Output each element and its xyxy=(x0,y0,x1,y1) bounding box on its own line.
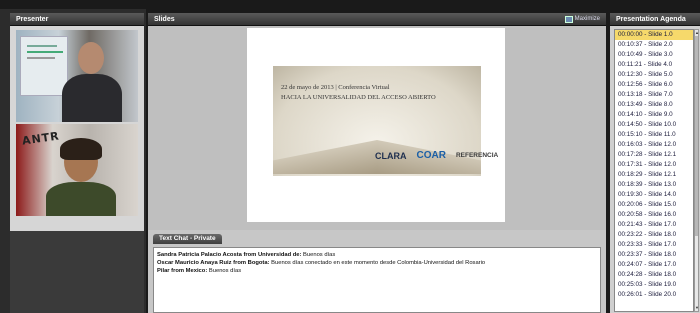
agenda-item[interactable]: 00:19:30 - Slide 14.0 xyxy=(615,190,693,200)
maximize-button[interactable]: Maximize xyxy=(564,15,600,24)
agenda-item[interactable]: 00:23:37 - Slide 18.0 xyxy=(615,250,693,260)
chat-message: Oscar Mauricio Anaya Ruiz from Bogota: B… xyxy=(157,259,597,267)
agenda-item[interactable]: 00:17:31 - Slide 12.0 xyxy=(615,160,693,170)
chat-tab-private[interactable]: Text Chat - Private xyxy=(153,234,222,244)
slide-canvas: 22 de mayo de 2013 | Conferencia Virtual… xyxy=(247,28,505,222)
chat-text: Buenos días conectado en este momento de… xyxy=(269,260,486,266)
chat-message: Pilar from Mexico: Buenos días xyxy=(157,267,597,275)
agenda-header: Presentation Agenda xyxy=(610,13,700,26)
presenter-2-body xyxy=(46,182,116,216)
presenter-video-area: ANTR xyxy=(10,26,144,231)
presenter-2-hair xyxy=(60,138,102,160)
agenda-item[interactable]: 00:21:43 - Slide 17.0 xyxy=(615,220,693,230)
chat-text: Buenos días xyxy=(207,268,242,274)
agenda-item[interactable]: 00:15:10 - Slide 11.0 xyxy=(615,130,693,140)
agenda-item[interactable]: 00:10:49 - Slide 3.0 xyxy=(615,50,693,60)
background-poster xyxy=(20,36,68,96)
agenda-item[interactable]: 00:12:56 - Slide 6.0 xyxy=(615,80,693,90)
agenda-item[interactable]: 00:13:49 - Slide 8.0 xyxy=(615,100,693,110)
referencia-logo: REFERENCIA xyxy=(455,152,499,159)
agenda-item[interactable]: 00:23:22 - Slide 18.0 xyxy=(615,230,693,240)
agenda-item[interactable]: 00:18:39 - Slide 13.0 xyxy=(615,180,693,190)
presenter-empty-area xyxy=(10,231,144,313)
maximize-label: Maximize xyxy=(574,16,600,22)
agenda-item[interactable]: 00:17:28 - Slide 12.1 xyxy=(615,150,693,160)
slides-area: 22 de mayo de 2013 | Conferencia Virtual… xyxy=(148,26,606,230)
slide-logos: CLARA COAR REFERENCIA xyxy=(375,150,498,161)
chat-panel: Text Chat - Private Sandra Patricia Pala… xyxy=(148,230,606,313)
agenda-item[interactable]: 00:25:03 - Slide 19.0 xyxy=(615,280,693,290)
slide-title-line: HACIA LA UNIVERSALIDAD DEL ACCESO ABIERT… xyxy=(281,94,436,101)
agenda-item[interactable]: 00:24:07 - Slide 17.0 xyxy=(615,260,693,270)
presenter-1-head xyxy=(78,42,104,74)
agenda-item[interactable]: 00:12:30 - Slide 5.0 xyxy=(615,70,693,80)
presenter-header: Presenter xyxy=(10,13,144,26)
chat-text: Buenos días xyxy=(301,252,336,258)
scrollbar-thumb[interactable] xyxy=(695,36,698,236)
agenda-item[interactable]: 00:10:37 - Slide 2.0 xyxy=(615,40,693,50)
agenda-item[interactable]: 00:14:10 - Slide 9.0 xyxy=(615,110,693,120)
agenda-item[interactable]: 00:20:58 - Slide 16.0 xyxy=(615,210,693,220)
chat-messages[interactable]: Sandra Patricia Palacio Acosta from Univ… xyxy=(153,247,601,313)
presenter-video-2[interactable]: ANTR xyxy=(16,124,138,216)
chat-sender: Pilar from Mexico: xyxy=(157,268,208,274)
clara-logo: CLARA xyxy=(375,150,407,161)
agenda-item[interactable]: 00:26:01 - Slide 20.0 xyxy=(615,290,693,300)
presenter-1-body xyxy=(62,74,122,122)
agenda-panel: 00:00:00 - Slide 1.0 00:10:37 - Slide 2.0… xyxy=(610,26,700,313)
coar-logo: COAR xyxy=(416,150,446,161)
agenda-item[interactable]: 00:13:18 - Slide 7.0 xyxy=(615,90,693,100)
slide-date-line: 22 de mayo de 2013 | Conferencia Virtual xyxy=(281,84,390,91)
slides-title: Slides xyxy=(154,16,175,23)
agenda-item[interactable]: 00:23:33 - Slide 17.0 xyxy=(615,240,693,250)
maximize-icon xyxy=(564,16,573,23)
chat-message: Sandra Patricia Palacio Acosta from Univ… xyxy=(157,251,597,259)
agenda-item[interactable]: 00:14:50 - Slide 10.0 xyxy=(615,120,693,130)
agenda-list[interactable]: 00:00:00 - Slide 1.0 00:10:37 - Slide 2.0… xyxy=(614,29,694,312)
scroll-down-icon[interactable]: ▼ xyxy=(695,305,699,311)
presenter-video-1[interactable] xyxy=(16,30,138,122)
agenda-item[interactable]: 00:11:21 - Slide 4.0 xyxy=(615,60,693,70)
wall-text: ANTR xyxy=(21,129,61,148)
agenda-item[interactable]: 00:24:28 - Slide 18.0 xyxy=(615,270,693,280)
agenda-scrollbar[interactable]: ▲ ▼ xyxy=(694,29,699,312)
chat-sender: Oscar Mauricio Anaya Ruiz from Bogota: xyxy=(157,260,270,266)
slides-header: Slides Maximize xyxy=(148,13,606,26)
agenda-item[interactable]: 00:20:06 - Slide 15.0 xyxy=(615,200,693,210)
agenda-item[interactable]: 00:00:00 - Slide 1.0 xyxy=(615,30,693,40)
agenda-item[interactable]: 00:16:03 - Slide 12.0 xyxy=(615,140,693,150)
agenda-item[interactable]: 00:18:29 - Slide 12.1 xyxy=(615,170,693,180)
chat-sender: Sandra Patricia Palacio Acosta from Univ… xyxy=(157,252,302,258)
